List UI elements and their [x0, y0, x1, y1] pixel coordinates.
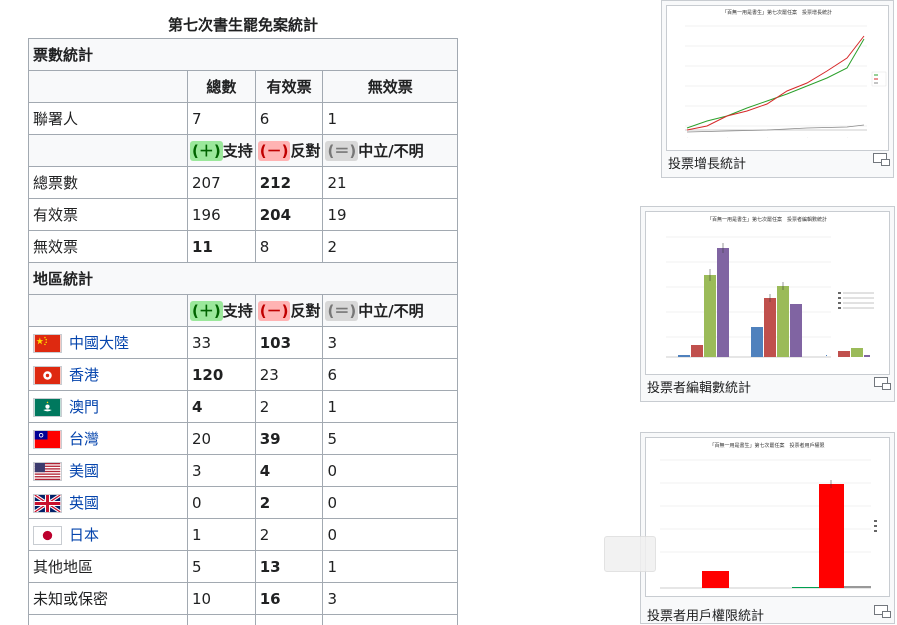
- table-row: 英國 0 2 0: [28, 486, 458, 519]
- svg-text:·: ·: [767, 135, 768, 139]
- china-flag-icon: [33, 334, 62, 353]
- table-row: 日本 1 2 0: [28, 518, 458, 551]
- table-row: 有效票 196 204 19: [28, 198, 458, 231]
- col-header-total: 總數: [187, 70, 256, 103]
- region-link-china[interactable]: 中國大陸: [69, 334, 129, 352]
- region-link-uk[interactable]: 英國: [69, 494, 99, 512]
- region-link-usa[interactable]: 美國: [69, 462, 99, 480]
- enlarge-icon[interactable]: [874, 377, 891, 390]
- col-header-valid: 有效票: [254, 70, 324, 103]
- header-oppose: (－) 反對: [254, 134, 324, 167]
- region-link-japan[interactable]: 日本: [69, 526, 99, 544]
- taiwan-flag-icon: [33, 430, 62, 449]
- table-row: 台灣 20 39 5: [28, 422, 458, 455]
- header-neutral: (＝) 中立/不明: [322, 294, 458, 327]
- enlarge-icon[interactable]: [873, 153, 890, 166]
- drag-handle-overlay[interactable]: [604, 536, 656, 572]
- thumbnail-caption: 投票者編輯數統計: [647, 381, 752, 396]
- uk-flag-icon: [33, 494, 62, 513]
- svg-text:·: ·: [727, 135, 728, 139]
- header-support: (＋) 支持: [187, 294, 256, 327]
- svg-text:·: ·: [807, 135, 808, 139]
- usa-flag-icon: [33, 462, 62, 481]
- edit-count-chart-image[interactable]: 「百無一用是書生」第七次罷任案 投票者編輯數統計: [645, 211, 890, 375]
- header-support: (＋) 支持: [187, 134, 256, 167]
- recall-stats-table: 票數統計 總數 有效票 無效票 聯署人 7 6 1 (＋) 支持 (－) 反對 (＝…: [28, 38, 458, 625]
- region-link-macau[interactable]: 澳門: [69, 398, 99, 416]
- support-marker: (＋): [190, 141, 223, 161]
- table-row: 香港 120 23 6: [28, 358, 458, 391]
- row-label: 聯署人: [28, 102, 188, 135]
- user-rights-chart-image[interactable]: 「百無一用是書生」第七次罷任案 投票者用戶權限: [645, 437, 890, 597]
- section-vote-stats: 票數統計: [28, 38, 458, 71]
- header-oppose: (－) 反對: [254, 294, 324, 327]
- svg-text:「百無一用是書生」第七次罷任案 投票增長統計: 「百無一用是書生」第七次罷任案 投票增長統計: [722, 9, 832, 16]
- section-region-stats: 地區統計: [28, 262, 458, 295]
- svg-text:·: ·: [847, 135, 848, 139]
- macau-flag-icon: [33, 398, 62, 417]
- table-row: 澳門 4 2 1: [28, 390, 458, 423]
- table-row: 總票數 207 212 21: [28, 166, 458, 199]
- region-link-taiwan[interactable]: 台灣: [69, 430, 99, 448]
- thumbnail-edit-count[interactable]: 「百無一用是書生」第七次罷任案 投票者編輯數統計 投票者編輯數統計: [640, 206, 895, 402]
- thumbnail-user-rights[interactable]: 「百無一用是書生」第七次罷任案 投票者用戶權限 投票者用戶權限統計: [640, 432, 895, 624]
- hong-kong-flag-icon: [33, 366, 62, 385]
- thumbnail-vote-growth[interactable]: 「百無一用是書生」第七次罷任案 投票增長統計 · · · · · 投票增長統計: [661, 0, 894, 178]
- region-link-hong-kong[interactable]: 香港: [69, 366, 99, 384]
- header-neutral: (＝) 中立/不明: [322, 134, 458, 167]
- table-row: 美國 3 4 0: [28, 454, 458, 487]
- col-header-invalid: 無效票: [322, 70, 458, 103]
- thumbnail-caption: 投票者用戶權限統計: [647, 609, 765, 624]
- thumbnail-caption: 投票增長統計: [668, 157, 747, 172]
- enlarge-icon[interactable]: [874, 605, 891, 618]
- svg-text:「百無一用是書生」第七次罷任案 投票者用戶權限: 「百無一用是書生」第七次罷任案 投票者用戶權限: [709, 442, 824, 449]
- table-row: 其他地區 5 13 1: [28, 550, 458, 583]
- japan-flag-icon: [33, 526, 62, 545]
- table-row: 聯署人 7 6 1: [28, 102, 458, 135]
- table-title: 第七次書生罷免案統計: [167, 16, 318, 34]
- table-row: 無效票 11 8 2: [28, 230, 458, 263]
- svg-text:·: ·: [687, 135, 688, 139]
- svg-text:「百無一用是書生」第七次罷任案 投票者編輯數統計: 「百無一用是書生」第七次罷任案 投票者編輯數統計: [707, 216, 827, 223]
- table-row: 未知或保密 10 16 3: [28, 582, 458, 615]
- vote-growth-chart-image[interactable]: 「百無一用是書生」第七次罷任案 投票增長統計 · · · · ·: [666, 5, 889, 151]
- oppose-marker: (－): [257, 141, 291, 161]
- table-row: 中國大陸 33 103 3: [28, 326, 458, 359]
- neutral-marker: (＝): [325, 141, 359, 161]
